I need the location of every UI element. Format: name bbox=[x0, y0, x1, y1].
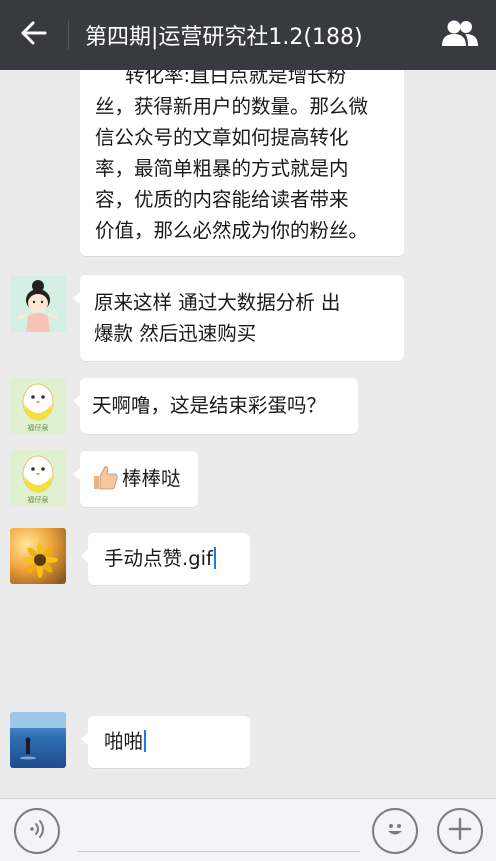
avatar-caption: 福仔泉 bbox=[27, 424, 49, 432]
egg-chick-avatar[interactable]: 福仔泉 bbox=[10, 450, 66, 506]
plus-icon bbox=[448, 817, 472, 845]
message-bubble[interactable]: 原来这样 通过大数据分析 出 爆款 然后迅速购买 bbox=[73, 275, 404, 361]
more-functions-button[interactable] bbox=[437, 808, 483, 854]
message-bubble[interactable]: 啪啪 bbox=[81, 716, 250, 768]
message-line: 转化率:直白点就是增长粉 bbox=[125, 70, 347, 87]
sunflower-avatar[interactable] bbox=[10, 528, 66, 584]
chat-header: 第四期|运营研究社1.2(188) bbox=[0, 0, 496, 70]
egg-chick-avatar[interactable]: 福仔泉 bbox=[10, 378, 66, 434]
message-line: 容，优质的内容能给读者带来 bbox=[95, 188, 349, 211]
emoji-smile-icon bbox=[382, 816, 408, 846]
text-cursor bbox=[213, 547, 216, 569]
chat-title: 第四期|运营研究社1.2(188) bbox=[85, 25, 363, 50]
message-line: 率，最简单粗暴的方式就是内 bbox=[95, 157, 349, 180]
voice-input-icon bbox=[26, 818, 48, 844]
message-line: 爆款 然后迅速购买 bbox=[94, 322, 257, 345]
message-bubble[interactable]: 天啊噜，这是结束彩蛋吗？ bbox=[73, 378, 358, 434]
message-line: 信公众号的文章如何提高转化 bbox=[95, 126, 349, 149]
message-line: 棒棒哒 bbox=[122, 467, 181, 490]
chat-area[interactable]: 转化率:直白点就是增长粉 丝，获得新用户的数量。那么微 信公众号的文章如何提高转… bbox=[0, 70, 496, 798]
message-line: 原来这样 通过大数据分析 出 bbox=[94, 291, 341, 314]
voice-input-button[interactable] bbox=[14, 808, 60, 854]
message-bubble[interactable]: 棒棒哒 bbox=[73, 451, 198, 507]
message-bubble[interactable]: 手动点赞.gif bbox=[81, 533, 250, 585]
message-line: 手动点赞.gif bbox=[104, 547, 213, 570]
message-line: 啪啪 bbox=[104, 730, 144, 753]
message-bubble[interactable]: 转化率:直白点就是增长粉 丝，获得新用户的数量。那么微 信公众号的文章如何提高转… bbox=[80, 70, 404, 256]
message-line: 天啊噜，这是结束彩蛋吗？ bbox=[92, 394, 327, 417]
back-button[interactable] bbox=[0, 0, 68, 70]
avatar-caption: 福仔泉 bbox=[27, 496, 49, 504]
message-line: 价值，那么必然成为你的粉丝。 bbox=[95, 219, 369, 242]
thumbs-up-emoji-icon bbox=[91, 463, 119, 491]
message-input-field[interactable] bbox=[78, 851, 360, 852]
cartoon-girl-avatar[interactable] bbox=[10, 276, 66, 332]
input-bar bbox=[0, 798, 496, 861]
emoji-button[interactable] bbox=[372, 808, 418, 854]
message-line: 丝，获得新用户的数量。那么微 bbox=[95, 95, 369, 118]
beach-person-avatar[interactable] bbox=[10, 712, 66, 768]
group-members-button[interactable] bbox=[424, 0, 496, 70]
group-members-icon bbox=[441, 19, 479, 51]
text-cursor bbox=[144, 730, 147, 752]
back-arrow-icon bbox=[21, 21, 47, 49]
